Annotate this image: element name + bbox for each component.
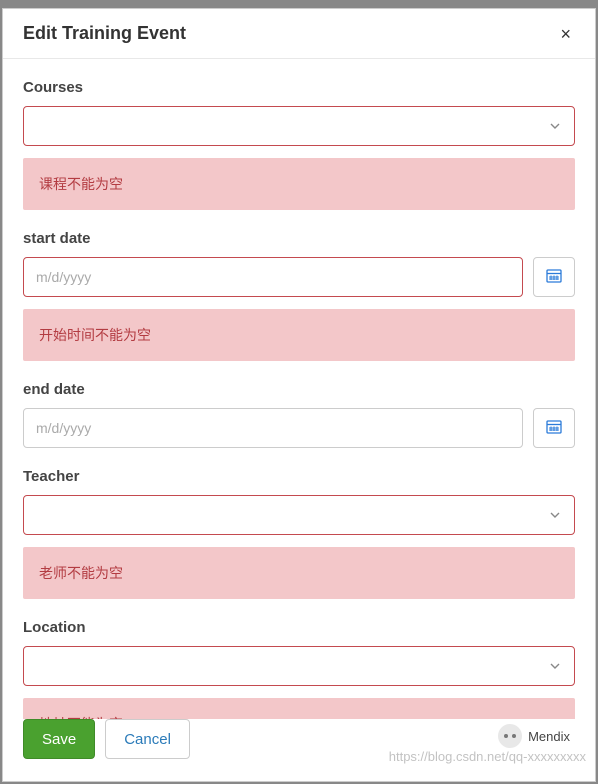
calendar-icon	[546, 419, 562, 438]
teacher-select-wrap	[23, 495, 575, 535]
calendar-icon	[546, 268, 562, 287]
courses-error: 课程不能为空	[23, 158, 575, 210]
end-date-row	[23, 408, 575, 448]
location-select[interactable]	[23, 646, 575, 686]
field-location: Location 地址不能为空	[23, 619, 575, 719]
field-teacher: Teacher 老师不能为空	[23, 468, 575, 599]
location-select-wrap	[23, 646, 575, 686]
modal-body: Courses 课程不能为空 start date 开始时间不能为空	[3, 59, 595, 719]
modal-footer: Save Cancel	[3, 719, 595, 781]
end-date-calendar-button[interactable]	[533, 408, 575, 448]
start-date-calendar-button[interactable]	[533, 257, 575, 297]
end-date-input[interactable]	[23, 408, 523, 448]
teacher-label: Teacher	[23, 468, 575, 485]
close-button[interactable]: ×	[556, 25, 575, 43]
cancel-button[interactable]: Cancel	[105, 719, 190, 759]
start-date-error: 开始时间不能为空	[23, 309, 575, 361]
field-end-date: end date	[23, 381, 575, 448]
field-start-date: start date 开始时间不能为空	[23, 230, 575, 361]
courses-label: Courses	[23, 79, 575, 96]
save-button[interactable]: Save	[23, 719, 95, 759]
modal-dialog: Edit Training Event × Courses 课程不能为空 sta…	[2, 8, 596, 782]
start-date-input[interactable]	[23, 257, 523, 297]
field-courses: Courses 课程不能为空	[23, 79, 575, 210]
end-date-label: end date	[23, 381, 575, 398]
modal-title: Edit Training Event	[23, 23, 186, 44]
location-error: 地址不能为空	[23, 698, 575, 719]
teacher-error: 老师不能为空	[23, 547, 575, 599]
modal-header: Edit Training Event ×	[3, 9, 595, 59]
start-date-row	[23, 257, 575, 297]
courses-select[interactable]	[23, 106, 575, 146]
location-label: Location	[23, 619, 575, 636]
courses-select-wrap	[23, 106, 575, 146]
start-date-label: start date	[23, 230, 575, 247]
teacher-select[interactable]	[23, 495, 575, 535]
